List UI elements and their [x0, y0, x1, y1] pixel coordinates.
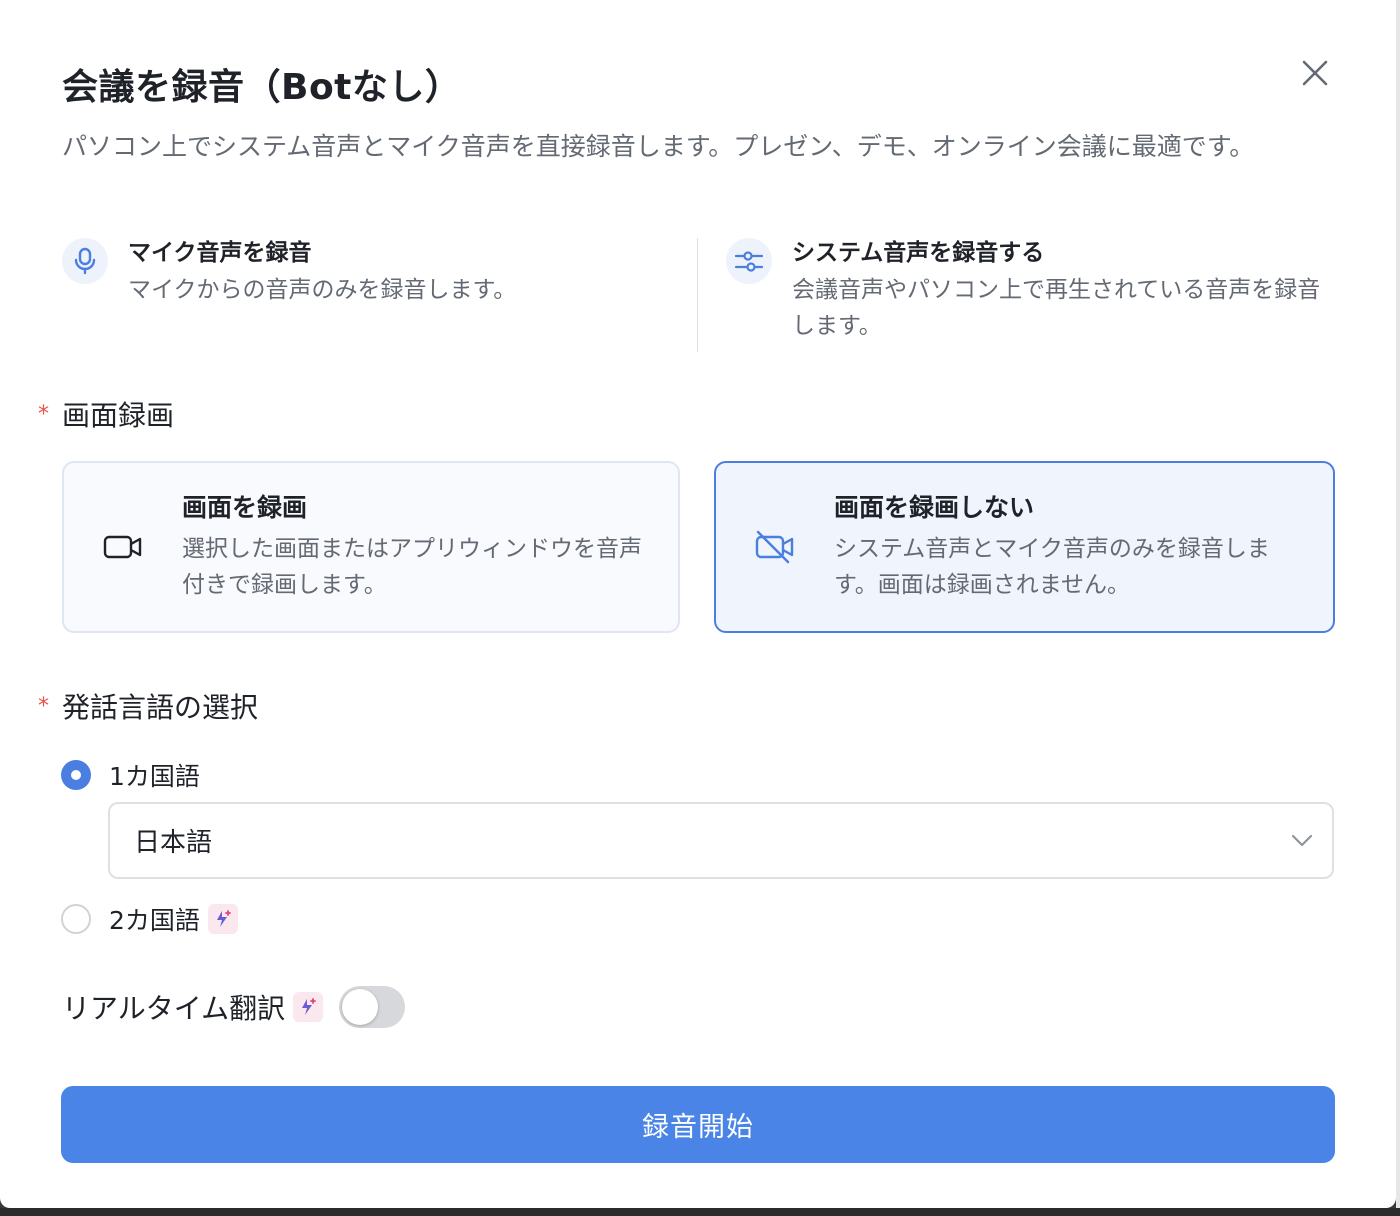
option-no-screen-title: 画面を録画しない [834, 493, 1035, 522]
close-icon [1302, 60, 1328, 86]
toggle-knob [342, 989, 379, 1025]
option-record-screen-desc: 選択した画面またはアプリウィンドウを音声付きで録画します。 [182, 536, 642, 598]
option-no-screen-desc: システム音声とマイク音声のみを録音します。画面は録画されません。 [834, 536, 1270, 598]
feature-system-title: システム音声を録音する [792, 240, 1045, 266]
required-mark: * [38, 693, 49, 719]
feature-divider [697, 238, 698, 352]
radio-one-language[interactable]: 1カ国語 [61, 757, 200, 793]
radio-button-checked[interactable] [61, 760, 91, 790]
feature-system-desc: 会議音声やパソコン上で再生されている音声を録音します。 [792, 277, 1321, 339]
video-camera-icon [64, 533, 182, 561]
start-recording-button[interactable]: 録音開始 [61, 1086, 1335, 1163]
realtime-translation-row: リアルタイム翻訳 [62, 986, 406, 1028]
ai-sparkle-icon [293, 992, 324, 1022]
feature-mic-title: マイク音声を録音 [128, 240, 312, 266]
screen-recording-label-text: 画面録画 [62, 399, 175, 432]
feature-mic: マイク音声を録音 マイクからの音声のみを録音します。 [62, 238, 672, 308]
required-mark: * [38, 401, 49, 427]
language-label: * 発話言語の選択 [38, 686, 258, 726]
radio-one-language-label: 1カ国語 [109, 762, 200, 791]
radio-two-languages[interactable]: 2カ国語 [61, 901, 238, 937]
microphone-icon [62, 238, 108, 284]
radio-button-unchecked[interactable] [61, 904, 91, 934]
screen-recording-label: * 画面録画 [38, 394, 174, 434]
language-select-value: 日本語 [134, 828, 213, 858]
dialog-description: パソコン上でシステム音声とマイク音声を直接録音します。プレゼン、デモ、オンライン… [62, 132, 1255, 161]
language-label-text: 発話言語の選択 [62, 691, 259, 724]
option-no-screen-recording[interactable]: 画面を録画しない システム音声とマイク音声のみを録音します。画面は録画されません… [714, 461, 1335, 633]
language-select[interactable]: 日本語 [108, 802, 1334, 879]
background-window-edge [1396, 0, 1400, 1216]
sliders-icon [726, 238, 772, 284]
realtime-translation-label: リアルタイム翻訳 [62, 992, 286, 1025]
radio-two-languages-label: 2カ国語 [109, 906, 200, 935]
video-off-icon [716, 530, 834, 564]
ai-sparkle-icon [207, 904, 238, 934]
chevron-down-icon [1272, 834, 1332, 848]
option-record-screen[interactable]: 画面を録画 選択した画面またはアプリウィンドウを音声付きで録画します。 [62, 461, 680, 633]
feature-mic-desc: マイクからの音声のみを録音します。 [128, 277, 517, 303]
option-record-screen-title: 画面を録画 [182, 493, 308, 522]
background-window-edge-bottom [0, 1208, 1400, 1216]
record-meeting-dialog: 会議を録音（Botなし） パソコン上でシステム音声とマイク音声を直接録音します。… [0, 0, 1396, 1208]
realtime-translation-toggle[interactable] [339, 986, 406, 1028]
feature-system-audio: システム音声を録音する 会議音声やパソコン上で再生されている音声を録音します。 [726, 238, 1336, 344]
close-button[interactable] [1294, 52, 1336, 94]
dialog-title: 会議を録音（Botなし） [62, 67, 462, 108]
